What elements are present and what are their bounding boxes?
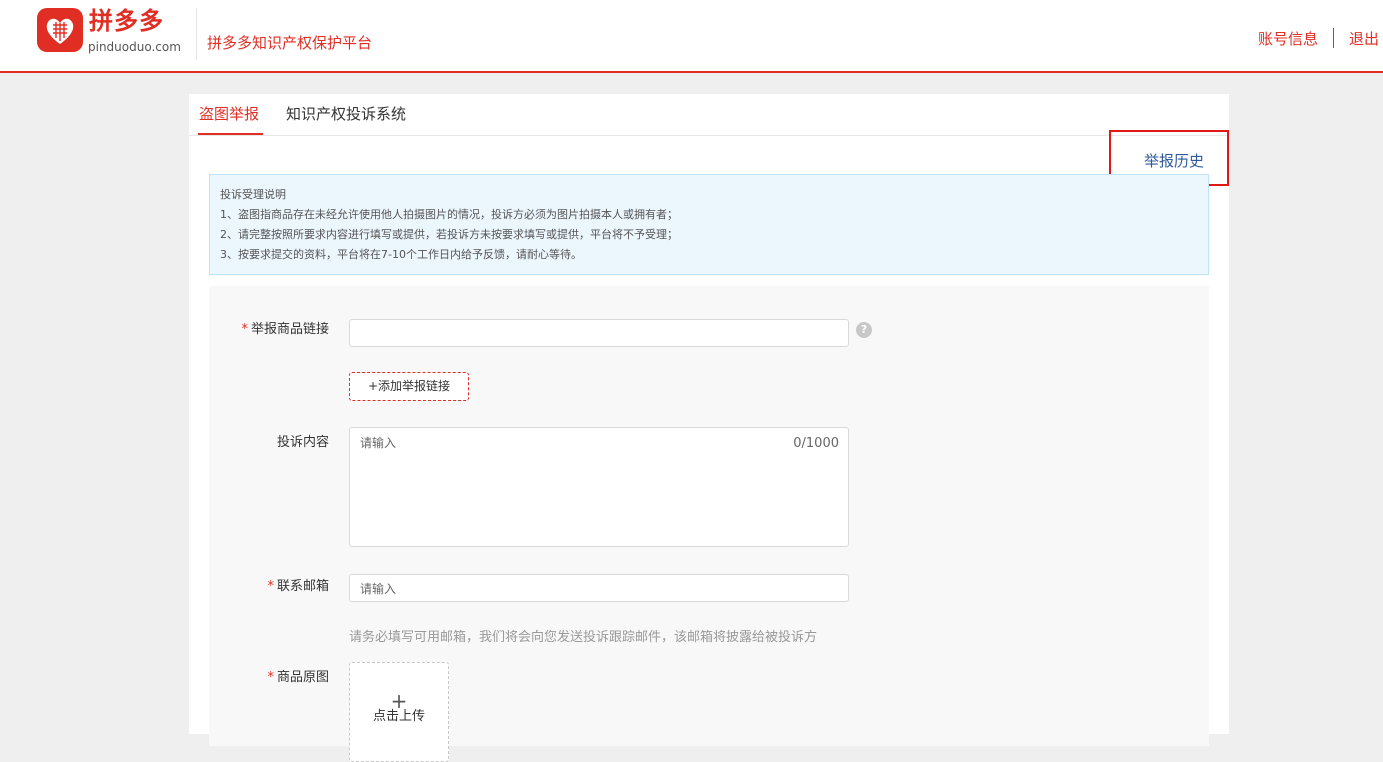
main-panel: 盗图举报 知识产权投诉系统 举报历史 投诉受理说明 1、盗图指商品存在未经允许使… [189, 94, 1229, 762]
header-divider [196, 8, 197, 60]
required-mark: * [267, 579, 274, 594]
platform-name: 拼多多知识产权保护平台 [207, 34, 373, 52]
account-info-link[interactable]: 账号信息 [1258, 29, 1318, 49]
header-separator [1333, 28, 1334, 48]
add-report-link-button[interactable]: +添加举报链接 [349, 372, 469, 401]
pinduoduo-logo-icon[interactable] [37, 8, 83, 52]
contact-email-input[interactable]: 请输入 [349, 574, 849, 602]
active-tab-indicator [198, 133, 263, 135]
logo-domain: pinduoduo.com [88, 40, 181, 54]
notice-item: 3、按要求提交的资料，平台将在7-10个工作日内给予反馈，请耐心等待。 [220, 248, 582, 261]
upload-image-button[interactable]: + 点击上传 [349, 662, 449, 762]
required-mark: * [267, 670, 274, 685]
question-icon[interactable]: ? [856, 322, 872, 338]
complaint-placeholder: 请输入 [360, 436, 397, 450]
complaint-content-label: 投诉内容 [276, 435, 329, 450]
tab-ip-complaint-system[interactable]: 知识产权投诉系统 [286, 104, 406, 124]
logout-link[interactable]: 退出 [1349, 29, 1379, 49]
original-image-label-text: 商品原图 [276, 670, 329, 685]
report-form: * 举报商品链接 ? +添加举报链接 投诉内容 请输入 0/1000 * 联系邮箱 … [209, 286, 1209, 762]
product-link-label-text: 举报商品链接 [250, 322, 329, 337]
notice-title: 投诉受理说明 [220, 188, 286, 201]
email-hint: 请务必填写可用邮箱，我们将会向您发送投诉跟踪邮件，该邮箱将披露给被投诉方 [349, 630, 818, 645]
notice-item: 2、请完整按照所要求内容进行填写或提供，若投诉方未按要求填写或提供，平台将不予受… [220, 228, 678, 241]
complaint-content-textarea[interactable]: 请输入 0/1000 [349, 427, 849, 547]
contact-email-label: * 联系邮箱 [209, 578, 329, 596]
upload-label: 点击上传 [372, 709, 425, 724]
logo-title: 拼多多 [89, 7, 164, 35]
notice-item: 1、盗图指商品存在未经允许使用他人拍摄图片的情况，投诉方必须为图片拍摄本人或拥有… [220, 208, 678, 221]
char-counter: 0/1000 [793, 436, 839, 451]
product-link-input[interactable] [349, 319, 849, 347]
product-link-label: * 举报商品链接 [209, 321, 329, 339]
original-image-label: * 商品原图 [209, 669, 329, 687]
top-header: 拼多多 pinduoduo.com 拼多多知识产权保护平台 账号信息 退出 [0, 0, 1383, 73]
tab-image-theft-report[interactable]: 盗图举报 [199, 104, 259, 124]
tab-bar: 盗图举报 知识产权投诉系统 [189, 94, 1229, 136]
report-history-link[interactable]: 举报历史 [1144, 151, 1204, 171]
notice-box: 投诉受理说明 1、盗图指商品存在未经允许使用他人拍摄图片的情况，投诉方必须为图片… [209, 174, 1209, 275]
required-mark: * [241, 322, 248, 337]
contact-email-label-text: 联系邮箱 [276, 579, 329, 594]
